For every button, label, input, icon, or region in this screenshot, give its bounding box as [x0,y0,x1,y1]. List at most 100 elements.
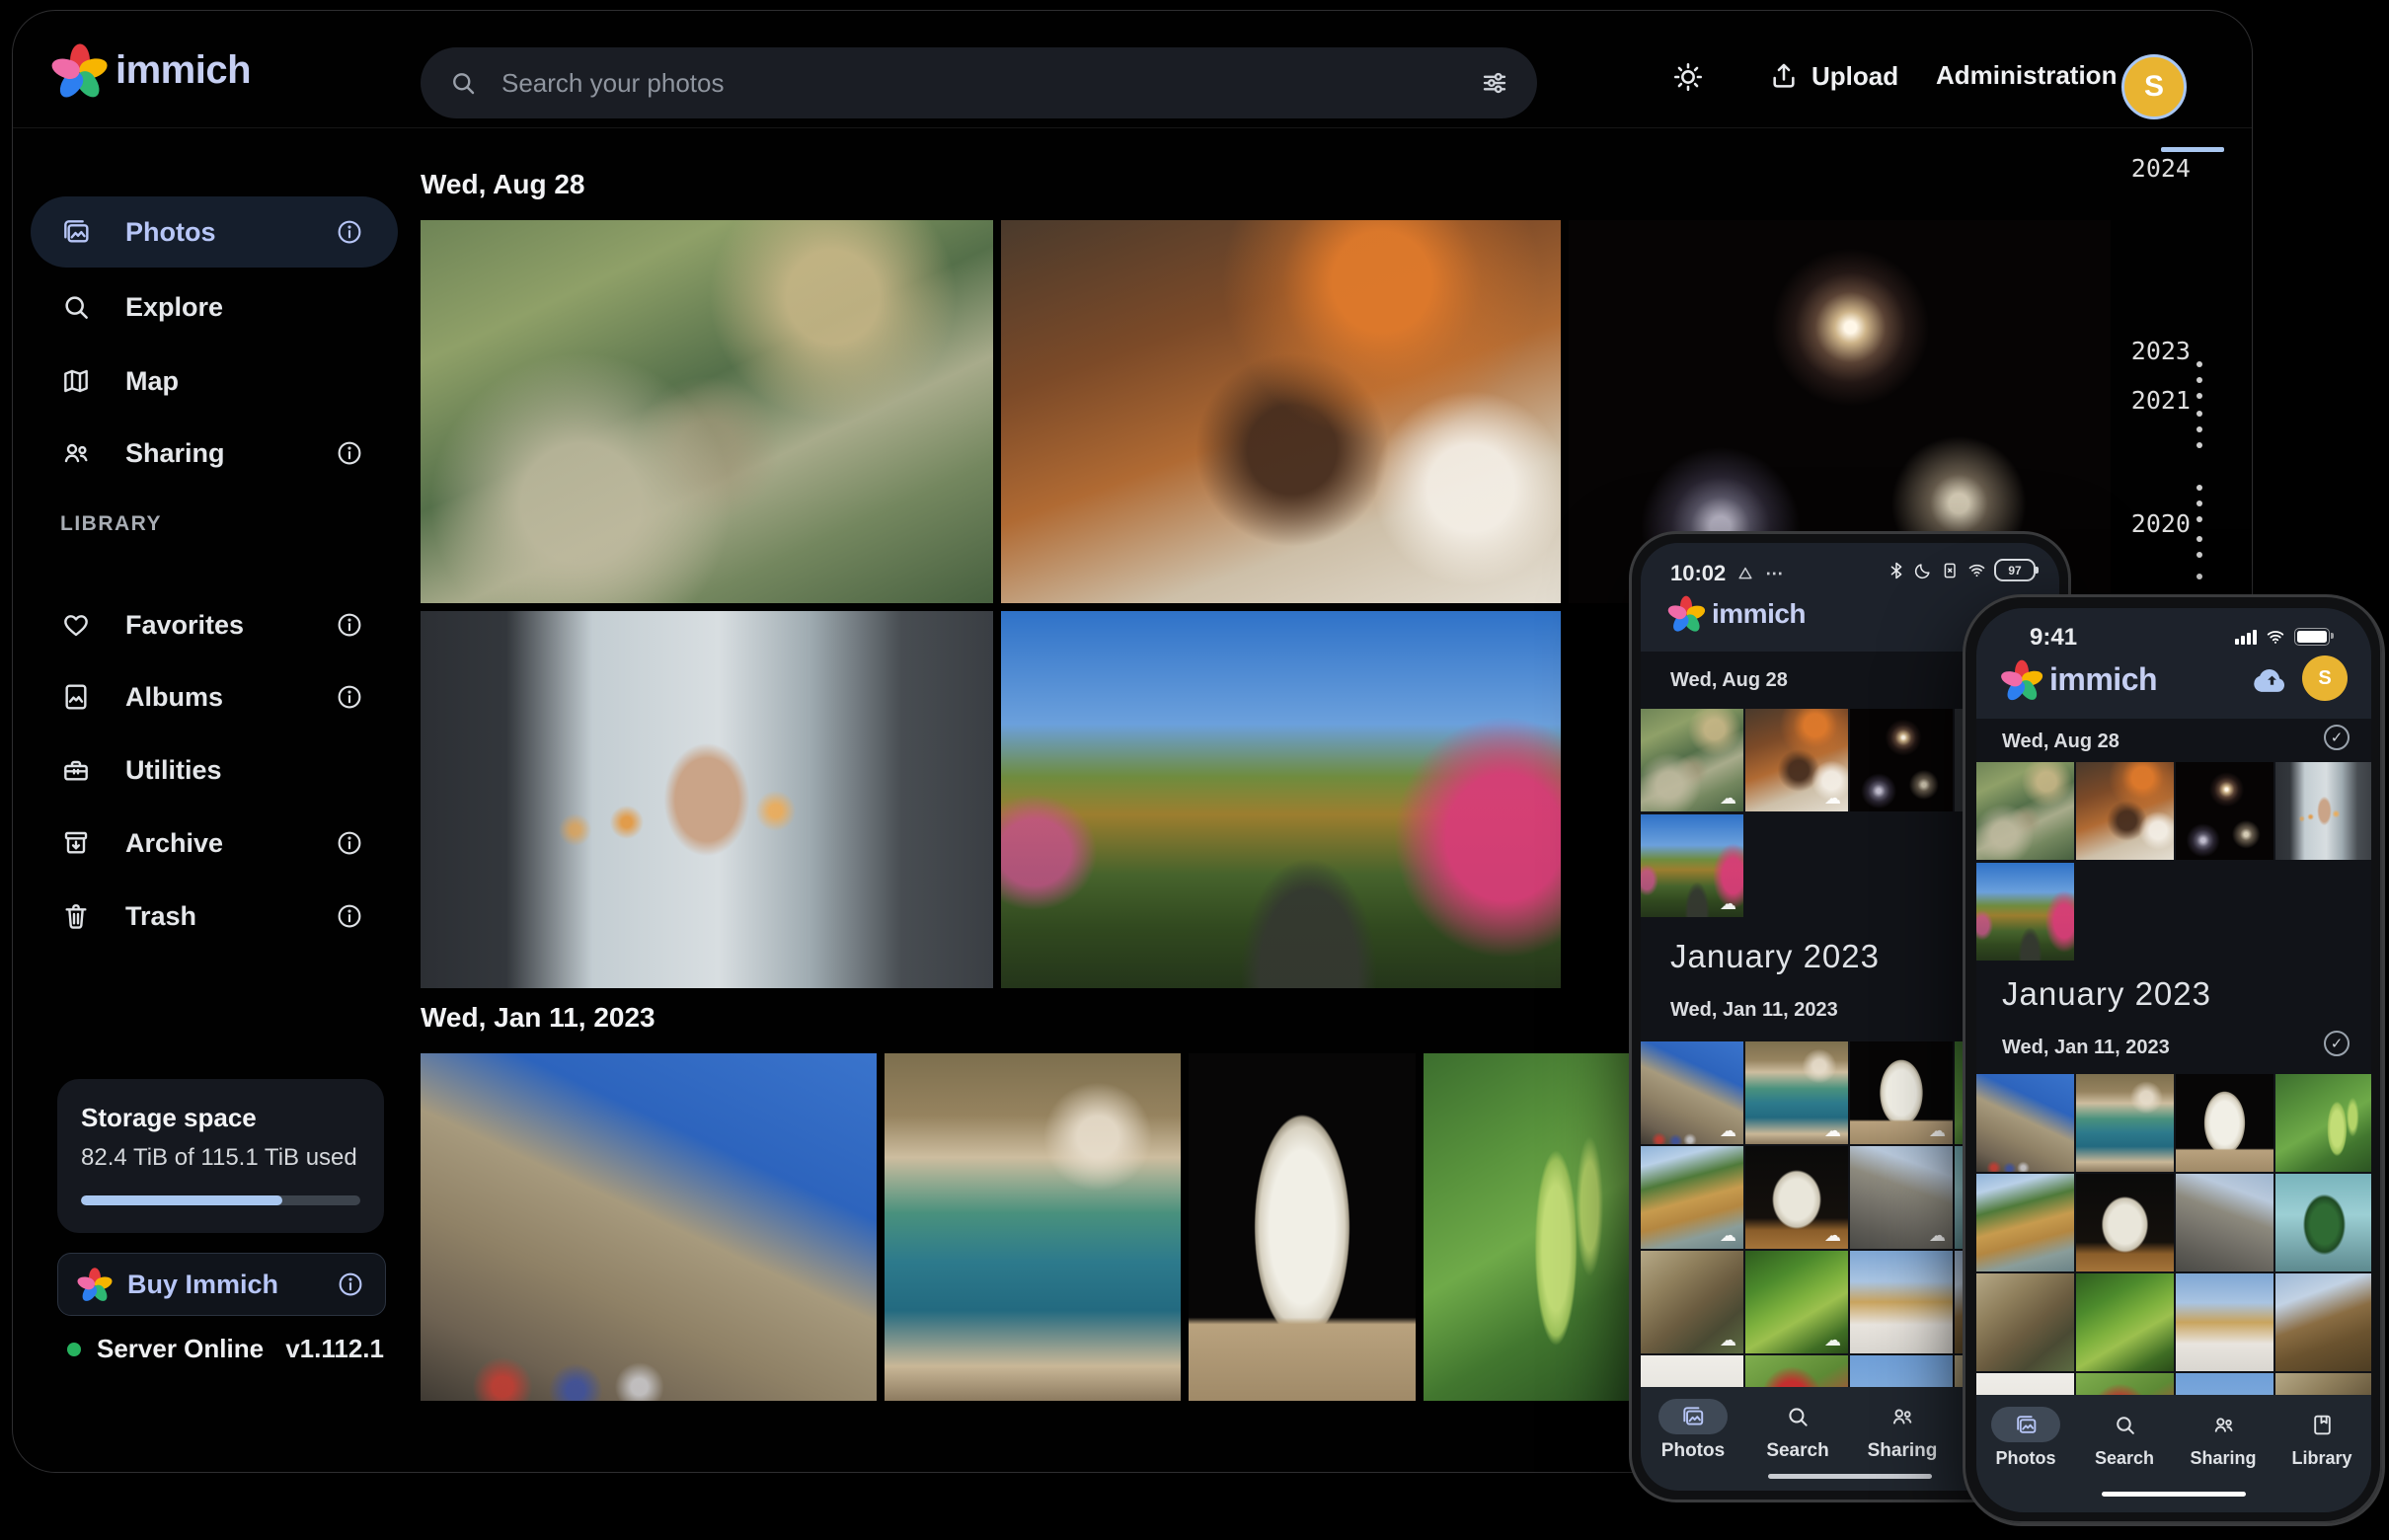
photo-holding-hands[interactable] [421,611,993,988]
photo-thumb-coastal-fort[interactable] [2076,1074,2174,1172]
info-icon[interactable] [335,438,364,468]
photo-thumb-lizard-moss[interactable] [2076,1273,2174,1371]
phone2-tab-library[interactable]: Library [2273,1407,2371,1469]
sidebar-item-explore[interactable]: Explore [31,275,398,339]
photo-thumb-dinner-table[interactable] [2076,762,2174,860]
photo-autumn-park[interactable] [1001,611,1561,988]
photo-thumb-zoo-monkeys[interactable] [1976,762,2074,860]
cloud-backup-icon: ☁ [1824,1226,1841,1246]
photo-thumb-coastal-fort[interactable]: ☁ [1745,1041,1848,1144]
phone2-month-heading: January 2023 [2002,975,2211,1013]
photo-thumb-beach-cliff[interactable]: ☁ [1641,1146,1743,1249]
phone1-month-heading: January 2023 [1670,938,1880,975]
sidebar-item-trash[interactable]: Trash [31,885,398,948]
phone2-tab-search[interactable]: Search [2075,1407,2174,1469]
photo-thumb-castle-walls[interactable]: ☁ [1641,1041,1743,1144]
administration-link[interactable]: Administration [1936,60,2117,91]
photo-thumb-autumn-park[interactable]: ☁ [1641,814,1743,917]
photo-thumb-ruins[interactable]: ☁ [1850,1146,1953,1249]
cloud-backup-icon: ☁ [1720,1331,1736,1350]
search-input[interactable] [500,67,1480,100]
info-icon[interactable] [336,1270,365,1299]
photo-thumb-autumn-park[interactable] [1976,863,2074,961]
user-avatar[interactable]: S [2121,54,2187,119]
home-indicator[interactable] [2102,1492,2246,1497]
photo-thumb-white-wall[interactable]: ☁ [1641,1355,1743,1387]
photo-thumb-dinner-table[interactable]: ☁ [1745,709,1848,811]
timeline-year[interactable]: 2023 [2121,337,2191,365]
search-bar[interactable] [421,47,1537,118]
info-icon[interactable] [335,682,364,712]
people-icon [60,437,92,469]
photo-thumb-castle-walls[interactable] [1976,1074,2074,1172]
photo-thumb-sculpture-bust[interactable] [2176,1074,2273,1172]
info-icon[interactable] [335,217,364,247]
photo-thumb-sculpture-bust[interactable]: ☁ [1850,1041,1953,1144]
immich-flower-icon [80,1270,110,1299]
home-indicator[interactable] [1768,1474,1932,1479]
info-icon[interactable] [335,828,364,858]
info-icon[interactable] [335,610,364,640]
sidebar-item-favorites[interactable]: Favorites [31,593,398,656]
phone1-tab-photos[interactable]: Photos [1641,1399,1745,1462]
phone2-tab-photos[interactable]: Photos [1976,1407,2075,1469]
filter-sliders-icon[interactable] [1480,68,1509,98]
photo-thumb-xmas-tree[interactable] [2275,1174,2371,1271]
photo-thumb-beach-cliff[interactable] [1976,1174,2074,1271]
select-all-check-icon[interactable]: ✓ [2324,725,2350,750]
photo-thumb-sky[interactable] [2176,1373,2273,1395]
photo-dinner-table[interactable] [1001,220,1561,603]
heart-icon [60,609,92,641]
photo-castle-walls[interactable] [421,1053,877,1401]
photo-thumb-sky[interactable]: ☁ [1850,1355,1953,1387]
photo-thumb-sea-grape[interactable] [2275,1074,2371,1172]
photo-thumb-rock-sculpture[interactable] [2076,1174,2174,1271]
timeline-year[interactable]: 2021 [2121,386,2191,415]
user-avatar[interactable]: S [2302,655,2348,701]
timeline-year[interactable]: 2020 [2121,509,2191,538]
phone1-tab-sharing[interactable]: Sharing [1850,1399,1955,1462]
photo-thumb-red-fruit[interactable]: ☁ [1745,1355,1848,1387]
photo-thumb-lizard-rocks[interactable]: ☁ [1641,1251,1743,1353]
photo-zoo-monkeys[interactable] [421,220,993,603]
phone2-date-header-2: Wed, Jan 11, 2023 [2002,1037,2170,1059]
sidebar-item-albums[interactable]: Albums [31,665,398,729]
cloud-backup-icon: ☁ [1824,1121,1841,1141]
theme-toggle-button[interactable] [1671,60,1705,94]
photo-thumb-house-bridge[interactable] [2275,1273,2371,1371]
timeline-year[interactable]: 2024 [2121,154,2191,183]
phone2-tab-sharing[interactable]: Sharing [2174,1407,2273,1469]
cloud-backup-icon: ☁ [1720,1121,1736,1141]
photo-thumb-ruins[interactable] [2176,1174,2273,1271]
sidebar-item-archive[interactable]: Archive [31,811,398,875]
sidebar-item-sharing[interactable]: Sharing [31,422,398,485]
photo-thumb-church-snow[interactable] [2176,1273,2273,1371]
photo-sculpture-bust[interactable] [1189,1053,1416,1401]
photo-thumb-lizard-moss[interactable]: ☁ [1745,1251,1848,1353]
photo-thumb-church-snow[interactable] [1850,1251,1953,1353]
timeline-position-marker[interactable] [2161,147,2224,152]
photo-thumb-holding-hands[interactable] [2275,762,2371,860]
info-icon[interactable] [335,901,364,931]
app-logo[interactable]: immich [56,46,251,94]
sidebar-item-utilities[interactable]: Utilities [31,738,398,802]
sidebar-item-map[interactable]: Map [31,349,398,413]
upload-button[interactable]: Upload [1768,60,1898,92]
buy-immich-button[interactable]: Buy Immich [57,1253,386,1316]
sidebar-item-photos[interactable]: Photos [31,196,398,268]
photo-thumb-red-fruit[interactable] [2076,1373,2174,1395]
photo-thumb-fireworks[interactable] [1850,709,1953,811]
photo-thumb-lizard-rocks[interactable] [2275,1373,2371,1395]
photo-thumb-rock-sculpture[interactable]: ☁ [1745,1146,1848,1249]
phone1-tab-search[interactable]: Search [1745,1399,1850,1462]
photo-thumb-lizard-rocks[interactable] [1976,1273,2074,1371]
photo-thumb-fireworks[interactable] [2176,762,2273,860]
photo-thumb-white-wall[interactable] [1976,1373,2074,1395]
select-all-check-icon[interactable]: ✓ [2324,1031,2350,1056]
photo-thumb-zoo-monkeys[interactable]: ☁ [1641,709,1743,811]
wifi-icon [1966,560,1987,580]
battery-icon: 97 [1994,559,2036,581]
photo-coastal-fort[interactable] [885,1053,1181,1401]
photo-sea-grape[interactable] [1424,1053,1634,1401]
status-time: 9:41 [2030,624,2077,652]
